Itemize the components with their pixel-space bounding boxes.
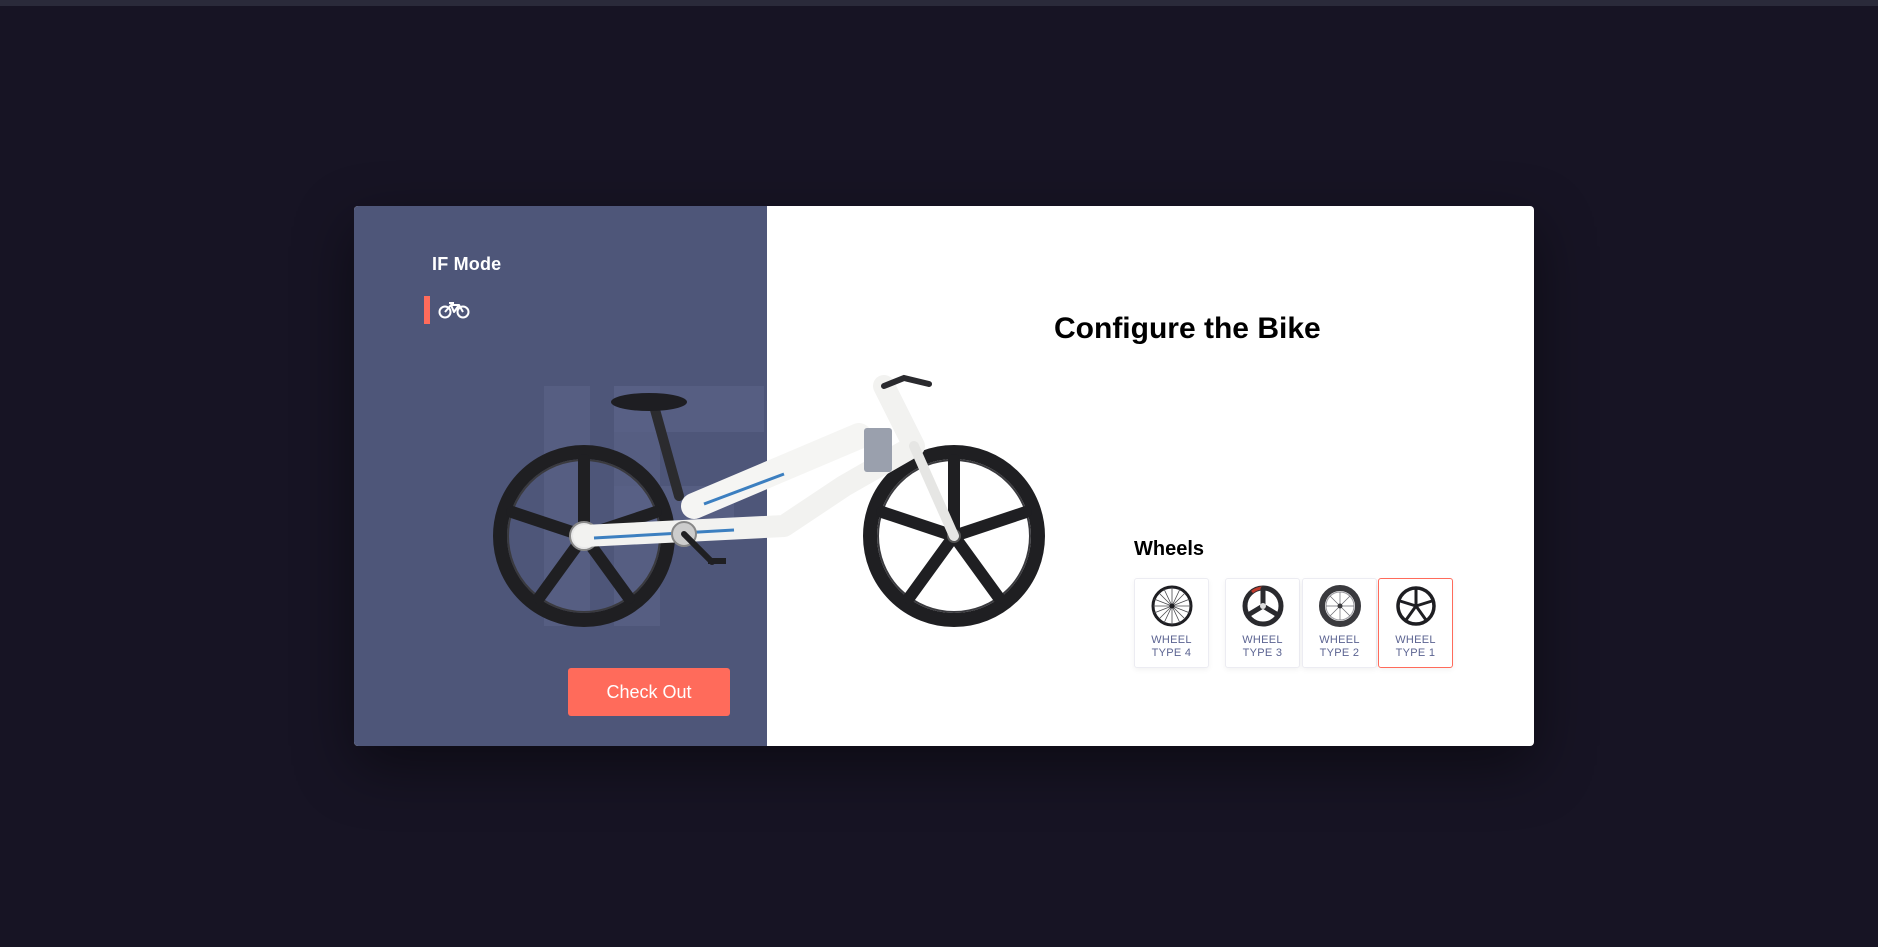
window-top-edge [0,0,1878,6]
wheel-option-label: WHEEL TYPE 1 [1395,634,1436,659]
bike-preview-image [493,374,1045,627]
deep-rim-wheel-icon [1318,585,1361,627]
bike-configurator-card: IF Mode Check Out Configure the Bike Whe… [354,206,1534,746]
wheel-option-type-3[interactable]: WHEEL TYPE 3 [1225,578,1300,668]
wheel-options-list: WHEEL TYPE 4 WHEEL TYPE 3 WHEEL TYPE 2 W… [1134,578,1494,670]
active-mode-indicator [424,296,430,324]
wheel-option-type-1[interactable]: WHEEL TYPE 1 [1378,578,1453,668]
wheel-option-label: WHEEL TYPE 2 [1319,634,1360,659]
check-out-button[interactable]: Check Out [568,668,730,716]
bicycle-icon[interactable] [437,301,471,319]
page-title: Configure the Bike [1054,312,1321,345]
wheel-option-type-4[interactable]: WHEEL TYPE 4 [1134,578,1209,668]
wheel-option-label: WHEEL TYPE 3 [1242,634,1283,659]
three-spoke-wheel-icon [1242,585,1283,627]
wheel-option-label: WHEEL TYPE 4 [1151,634,1192,659]
wheel-option-type-2[interactable]: WHEEL TYPE 2 [1302,578,1377,668]
five-spoke-wheel-icon [1395,586,1436,626]
spoked-wheel-icon [1151,585,1192,627]
brand-logo-text: IF Mode [432,254,502,274]
wheels-section-heading: Wheels [1134,538,1205,560]
